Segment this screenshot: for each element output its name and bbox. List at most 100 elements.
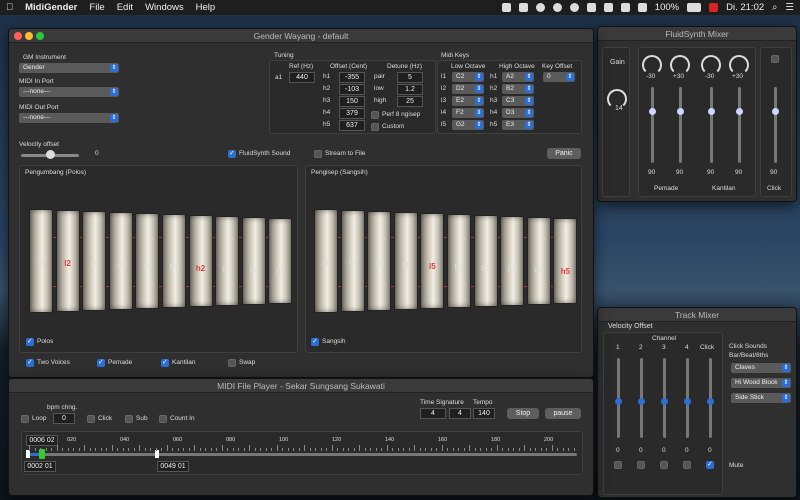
click-checkbox[interactable] bbox=[87, 415, 95, 423]
right-bar-l1[interactable]: l1 bbox=[314, 209, 338, 313]
loop-end-field[interactable]: 0049 01 bbox=[157, 461, 189, 472]
loop-start-field[interactable]: 0002 01 bbox=[24, 461, 56, 472]
high-key-select[interactable]: C3 ⇕ bbox=[502, 96, 534, 106]
clock-icon[interactable] bbox=[569, 3, 579, 12]
click-sound-8ths-select[interactable]: Side Stick ⇕ bbox=[731, 393, 791, 403]
midi-in-select[interactable]: ---none--- ⇕ bbox=[19, 87, 119, 97]
pan-knob-3[interactable] bbox=[701, 55, 721, 75]
wifi-icon[interactable] bbox=[620, 3, 630, 12]
time-signature-numerator[interactable]: 4 bbox=[420, 408, 446, 419]
offset-field[interactable]: -103 bbox=[339, 84, 365, 95]
low-key-select[interactable]: D2 ⇕ bbox=[452, 84, 484, 94]
main-titlebar[interactable]: Gender Wayang - default bbox=[9, 29, 593, 43]
mute-checkbox-4[interactable] bbox=[683, 461, 691, 469]
kantilan-checkbox[interactable] bbox=[161, 358, 169, 367]
detune-field[interactable]: 5 bbox=[397, 72, 423, 83]
right-bar-l3[interactable]: l3 bbox=[367, 211, 392, 311]
velocity-slider-knob[interactable] bbox=[638, 398, 645, 405]
right-bar-l5[interactable]: l5 bbox=[420, 213, 445, 309]
gm-instrument-select[interactable]: Gender ⇕ bbox=[19, 63, 119, 73]
high-key-select[interactable]: E3 ⇕ bbox=[502, 120, 534, 130]
volume-icon[interactable] bbox=[637, 3, 647, 12]
click-mute-checkbox[interactable] bbox=[771, 55, 779, 63]
ref-hz-field[interactable]: 440 bbox=[289, 72, 315, 83]
menu-clock[interactable]: Di. 21:02 bbox=[726, 2, 764, 13]
velocity-offset-slider-knob[interactable] bbox=[46, 150, 55, 159]
control-center-icon[interactable]: ☰ bbox=[785, 2, 794, 13]
right-bar-h5[interactable]: h5 bbox=[553, 218, 578, 304]
offset-field[interactable]: 379 bbox=[339, 108, 365, 119]
perf-8-ngisep-checkbox[interactable] bbox=[371, 111, 379, 119]
loop-checkbox[interactable] bbox=[21, 415, 29, 423]
right-bar-h3[interactable]: h3 bbox=[500, 216, 525, 306]
custom-checkbox[interactable] bbox=[371, 123, 379, 131]
timeline-track[interactable] bbox=[27, 453, 577, 456]
left-bar-l1[interactable]: l1 bbox=[29, 209, 53, 313]
two-voices-checkbox[interactable] bbox=[26, 358, 34, 367]
swap-checkbox[interactable] bbox=[228, 359, 236, 367]
dropbox-icon[interactable] bbox=[501, 3, 511, 12]
mute-checkbox-1[interactable] bbox=[614, 461, 622, 469]
player-titlebar[interactable]: MIDI File Player - Sekar Sungsang Sukawa… bbox=[9, 379, 593, 393]
panic-button[interactable]: Panic bbox=[547, 148, 581, 159]
left-bar-l5[interactable]: l5 bbox=[135, 213, 160, 309]
fluidsynth-titlebar[interactable]: FluidSynth Mixer bbox=[598, 27, 796, 41]
menu-windows[interactable]: Windows bbox=[145, 2, 184, 13]
low-key-select[interactable]: E2 ⇕ bbox=[452, 96, 484, 106]
left-bar-l3[interactable]: l3 bbox=[82, 211, 107, 311]
apple-icon[interactable]:  bbox=[6, 2, 13, 13]
offset-field[interactable]: 150 bbox=[339, 96, 365, 107]
pause-button[interactable]: pause bbox=[545, 408, 581, 419]
offset-field[interactable]: 637 bbox=[339, 120, 365, 131]
sangsih-checkbox[interactable] bbox=[311, 337, 319, 346]
click-volume-slider[interactable] bbox=[774, 87, 777, 163]
sub-checkbox[interactable] bbox=[125, 415, 133, 423]
left-bar-h2[interactable]: h2 bbox=[188, 215, 213, 307]
spotlight-icon[interactable]: ⌕ bbox=[772, 2, 777, 13]
track-mixer-titlebar[interactable]: Track Mixer bbox=[598, 308, 796, 322]
fluidsynth-sound-checkbox[interactable] bbox=[228, 149, 236, 158]
battery-icon[interactable] bbox=[687, 3, 702, 12]
left-bar-h5[interactable]: h5 bbox=[268, 218, 293, 304]
click-sound-beat-select[interactable]: Hi Wood Block ⇕ bbox=[731, 378, 791, 388]
mute-checkbox-click[interactable] bbox=[706, 460, 714, 469]
time-machine-icon[interactable] bbox=[552, 3, 562, 12]
menu-edit[interactable]: Edit bbox=[117, 2, 133, 13]
pan-knob-2[interactable] bbox=[670, 55, 690, 75]
right-bar-h4[interactable]: h4 bbox=[526, 217, 551, 305]
velocity-slider-knob[interactable] bbox=[684, 398, 691, 405]
right-bar-l2[interactable]: l2 bbox=[340, 210, 365, 312]
midi-out-select[interactable]: ---none--- ⇕ bbox=[19, 113, 119, 123]
menu-help[interactable]: Help bbox=[196, 2, 216, 13]
low-key-select[interactable]: C2 ⇕ bbox=[452, 72, 484, 82]
pemade-checkbox[interactable] bbox=[97, 358, 105, 367]
click-sound-bar-select[interactable]: Claves ⇕ bbox=[731, 363, 791, 373]
position-top-field[interactable]: 0006 02 bbox=[26, 435, 58, 446]
left-bar-h3[interactable]: h3 bbox=[215, 216, 240, 306]
minimize-button[interactable] bbox=[25, 32, 33, 40]
left-bar-h4[interactable]: h4 bbox=[241, 217, 266, 305]
mute-checkbox-3[interactable] bbox=[660, 461, 668, 469]
left-bar-h1[interactable]: h1 bbox=[162, 214, 186, 308]
close-button[interactable] bbox=[14, 32, 22, 40]
pan-knob-4[interactable] bbox=[729, 55, 749, 75]
tempo-field[interactable]: 140 bbox=[473, 408, 495, 419]
battery-percent[interactable]: 100% bbox=[655, 2, 679, 13]
menu-file[interactable]: File bbox=[89, 2, 104, 13]
high-key-select[interactable]: A2 ⇕ bbox=[502, 72, 534, 82]
airplay-icon[interactable] bbox=[586, 3, 596, 12]
info-icon[interactable] bbox=[535, 3, 545, 12]
stop-button[interactable]: Stop bbox=[507, 408, 539, 419]
volume-slider-3[interactable] bbox=[710, 87, 713, 163]
left-bar-l4[interactable]: l4 bbox=[108, 212, 133, 310]
velocity-slider-knob[interactable] bbox=[661, 398, 668, 405]
high-key-select[interactable]: D3 ⇕ bbox=[502, 108, 534, 118]
velocity-slider-knob[interactable] bbox=[707, 398, 714, 405]
loop-start-handle[interactable] bbox=[26, 450, 30, 458]
cloud-icon[interactable] bbox=[518, 3, 528, 12]
loop-end-handle[interactable] bbox=[155, 450, 159, 458]
offset-field[interactable]: -355 bbox=[339, 72, 365, 83]
bluetooth-icon[interactable] bbox=[603, 3, 613, 12]
time-signature-denominator[interactable]: 4 bbox=[449, 408, 471, 419]
right-bar-l4[interactable]: l4 bbox=[393, 212, 418, 310]
